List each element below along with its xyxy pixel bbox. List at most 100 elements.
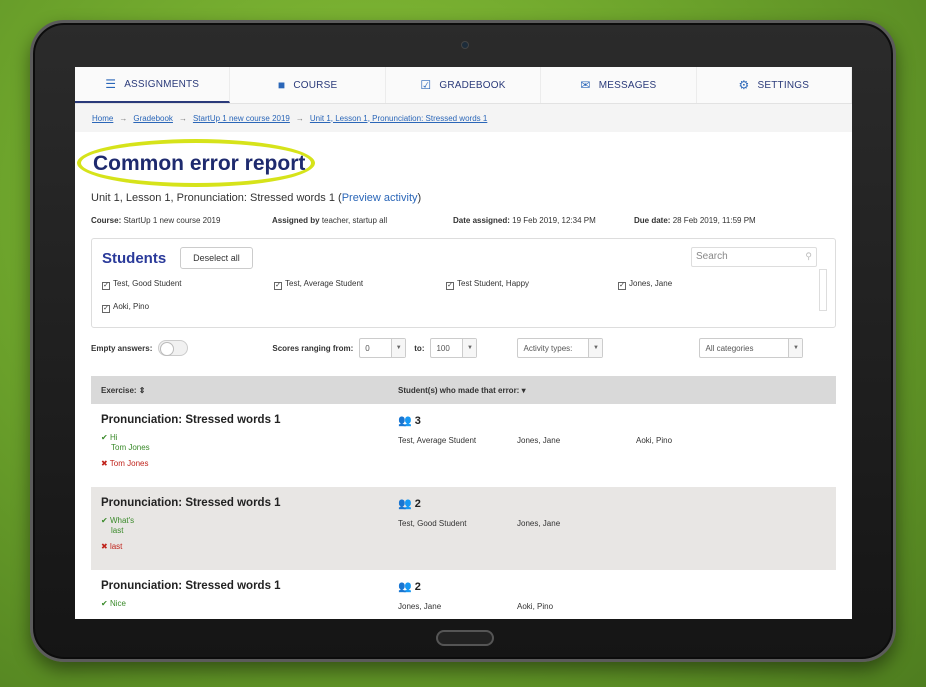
- home-button[interactable]: [436, 630, 494, 646]
- student-name: Test Student, Happy: [457, 279, 530, 288]
- error-count: 👥 2: [398, 580, 421, 593]
- assigned-value: teacher, startup all: [321, 216, 388, 225]
- users-icon: 👥: [398, 498, 412, 510]
- student-name: Aoki, Pino: [517, 602, 554, 611]
- messages-icon: ✉: [580, 78, 591, 92]
- student-names: Test, Good Student Jones, Jane: [398, 519, 560, 528]
- screen: ☰ ASSIGNMENTS ■ COURSE ☑ GRADEBOOK ✉ MES…: [75, 67, 852, 619]
- breadcrumb-gradebook[interactable]: Gradebook: [133, 114, 173, 123]
- users-icon: 👥: [398, 581, 412, 593]
- breadcrumb-course[interactable]: StartUp 1 new course 2019: [193, 114, 290, 123]
- breadcrumb-arrow-icon: →: [119, 113, 128, 123]
- chevron-down-icon: ▼: [391, 339, 406, 357]
- due-date-label: Due date:: [634, 216, 671, 225]
- due-date-value: 28 Feb 2019, 11:59 PM: [672, 216, 756, 225]
- correct-text: Nice: [109, 599, 126, 608]
- assignments-icon: ☰: [105, 77, 117, 91]
- score-from-value: 0: [365, 343, 370, 353]
- student-checkbox[interactable]: ✓ Test Student, Happy: [446, 279, 618, 290]
- correct-text: What's: [109, 516, 135, 525]
- empty-answers-label: Empty answers:: [91, 343, 153, 353]
- tab-assignments[interactable]: ☰ ASSIGNMENTS: [75, 67, 231, 103]
- empty-answers-toggle[interactable]: [158, 340, 189, 356]
- exercise-title: Pronunciation: Stressed words 1: [101, 414, 281, 426]
- student-name: Aoki, Pino: [636, 436, 673, 445]
- gradebook-icon: ☑: [420, 78, 432, 92]
- student-name: Jones, Jane: [517, 519, 561, 528]
- breadcrumb-arrow-icon: →: [295, 113, 304, 123]
- student-name: Jones, Jane: [629, 279, 673, 288]
- tablet-frame: ☰ ASSIGNMENTS ■ COURSE ☑ GRADEBOOK ✉ MES…: [30, 20, 896, 662]
- course-label: Course:: [91, 216, 122, 225]
- count-value: 3: [414, 415, 421, 427]
- check-icon: ✔: [101, 433, 108, 442]
- student-checkbox[interactable]: ✓ Test, Good Student: [102, 279, 274, 290]
- error-count: 👥 2: [398, 497, 421, 510]
- tab-settings[interactable]: ⚙ SETTINGS: [697, 67, 852, 103]
- activity-types-select[interactable]: Activity types: ▼: [517, 338, 604, 358]
- students-column-header[interactable]: Student(s) who made that error: ▾: [398, 386, 526, 395]
- tab-label: SETTINGS: [757, 79, 810, 91]
- student-checkbox[interactable]: ✓ Jones, Jane: [618, 279, 738, 290]
- activity-types-label: Activity types:: [523, 343, 573, 353]
- count-value: 2: [414, 498, 421, 510]
- breadcrumb-lesson[interactable]: Unit 1, Lesson 1, Pronunciation: Stresse…: [310, 114, 487, 123]
- book-icon: ■: [277, 78, 286, 92]
- correct-text: Hi: [109, 433, 118, 442]
- students-panel: Students Deselect all Search ⚲ ✓ Test, Go…: [91, 238, 836, 328]
- cross-icon: ✖: [101, 542, 108, 551]
- chevron-down-icon: ▼: [462, 339, 477, 357]
- tab-course[interactable]: ■ COURSE: [230, 67, 386, 103]
- checkbox-icon: ✓: [102, 282, 110, 290]
- categories-value: All categories: [705, 343, 754, 353]
- search-icon: ⚲: [805, 251, 812, 261]
- checkbox-icon: ✓: [618, 282, 626, 290]
- checkbox-icon: ✓: [446, 282, 454, 290]
- tab-label: COURSE: [293, 79, 338, 91]
- breadcrumb: Home → Gradebook → StartUp 1 new course …: [75, 104, 852, 132]
- preview-activity-link[interactable]: Preview activity: [342, 192, 418, 204]
- tab-messages[interactable]: ✉ MESSAGES: [541, 67, 697, 103]
- students-scrollbar[interactable]: [819, 269, 827, 311]
- score-from-select[interactable]: 0 ▼: [359, 338, 407, 358]
- student-name: Test, Average Student: [398, 436, 477, 445]
- date-assigned-label: Date assigned:: [453, 216, 510, 225]
- checkbox-icon: ✓: [102, 305, 110, 313]
- wrong-text: last: [109, 542, 123, 551]
- students-title: Students: [102, 249, 167, 267]
- student-name: Test, Average Student: [285, 279, 364, 288]
- gear-icon: ⚙: [738, 78, 750, 92]
- breadcrumb-home[interactable]: Home: [92, 114, 113, 123]
- assigned-label: Assigned by: [272, 216, 320, 225]
- student-checkbox[interactable]: ✓ Aoki, Pino: [102, 302, 274, 313]
- search-input[interactable]: Search ⚲: [691, 247, 817, 267]
- page-subtitle: Unit 1, Lesson 1, Pronunciation: Stresse…: [91, 192, 422, 204]
- top-nav: ☰ ASSIGNMENTS ■ COURSE ☑ GRADEBOOK ✉ MES…: [75, 67, 852, 104]
- users-icon: 👥: [398, 415, 412, 427]
- date-assigned-value: 19 Feb 2019, 12:34 PM: [512, 216, 596, 225]
- table-header: Exercise: ⇕ Student(s) who made that err…: [91, 376, 836, 404]
- exercise-title: Pronunciation: Stressed words 1: [101, 580, 281, 592]
- student-names: Test, Average Student Jones, Jane Aoki, …: [398, 436, 672, 445]
- score-to-select[interactable]: 100 ▼: [430, 338, 478, 358]
- check-icon: ✔: [101, 599, 108, 608]
- wrong-answer: ✖ last: [101, 542, 826, 551]
- exercise-column-header[interactable]: Exercise: ⇕: [91, 386, 398, 395]
- cross-icon: ✖: [101, 459, 108, 468]
- search-placeholder: Search: [696, 251, 728, 262]
- categories-select[interactable]: All categories ▼: [699, 338, 804, 358]
- exercise-title: Pronunciation: Stressed words 1: [101, 497, 281, 509]
- student-name: Test, Good Student: [398, 519, 467, 528]
- student-checkbox[interactable]: ✓ Test, Average Student: [274, 279, 446, 290]
- deselect-all-button[interactable]: Deselect all: [180, 247, 253, 269]
- student-name: Jones, Jane: [517, 436, 561, 445]
- student-name: Jones, Jane: [398, 602, 442, 611]
- to-label: to:: [414, 343, 425, 353]
- chevron-down-icon: ▼: [788, 339, 803, 357]
- camera-icon: [461, 41, 469, 49]
- tab-gradebook[interactable]: ☑ GRADEBOOK: [386, 67, 542, 103]
- student-name: Test, Good Student: [113, 279, 182, 288]
- tab-label: ASSIGNMENTS: [124, 78, 200, 90]
- wrong-text: Tom Jones: [109, 459, 149, 468]
- checkbox-icon: ✓: [274, 282, 282, 290]
